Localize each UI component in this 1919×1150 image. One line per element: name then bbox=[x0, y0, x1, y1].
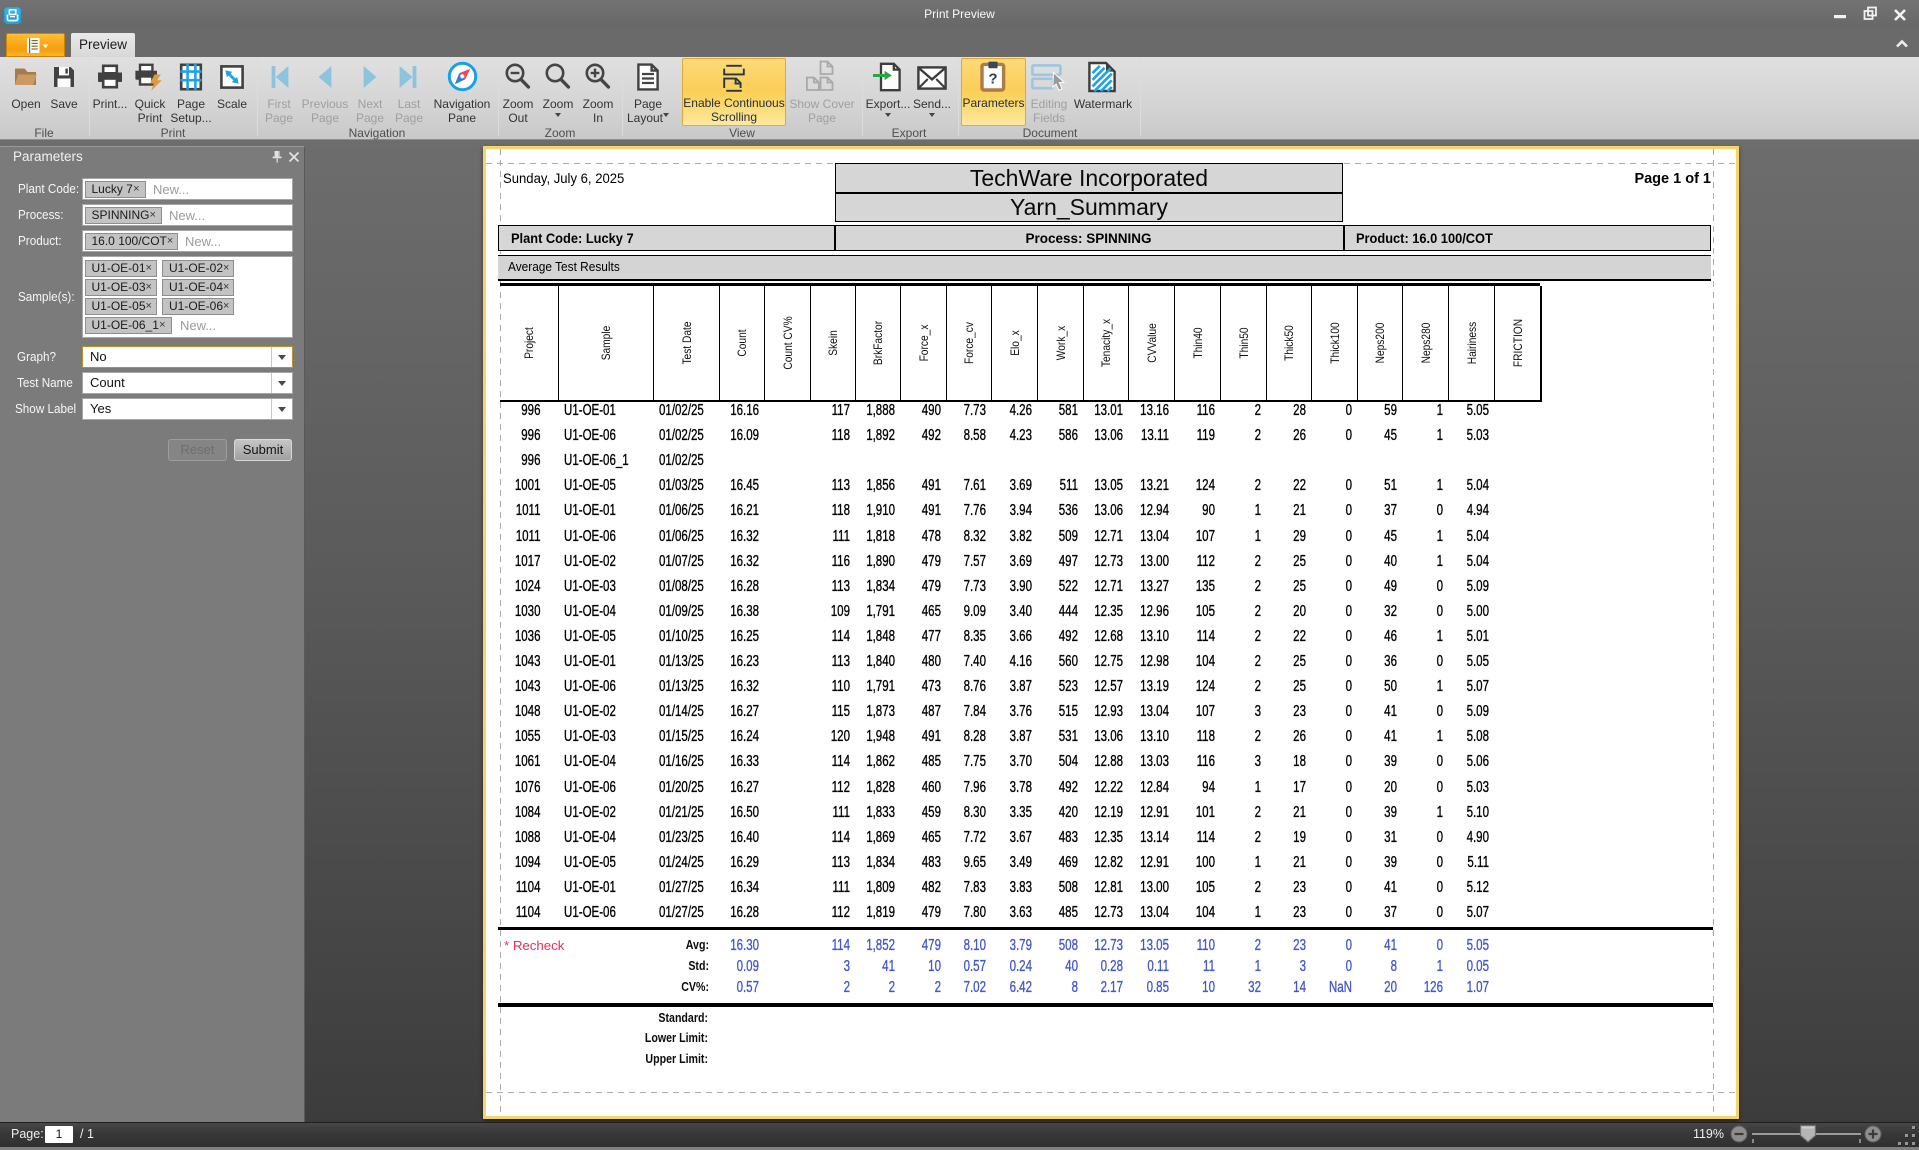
svg-text:?: ? bbox=[988, 71, 997, 88]
